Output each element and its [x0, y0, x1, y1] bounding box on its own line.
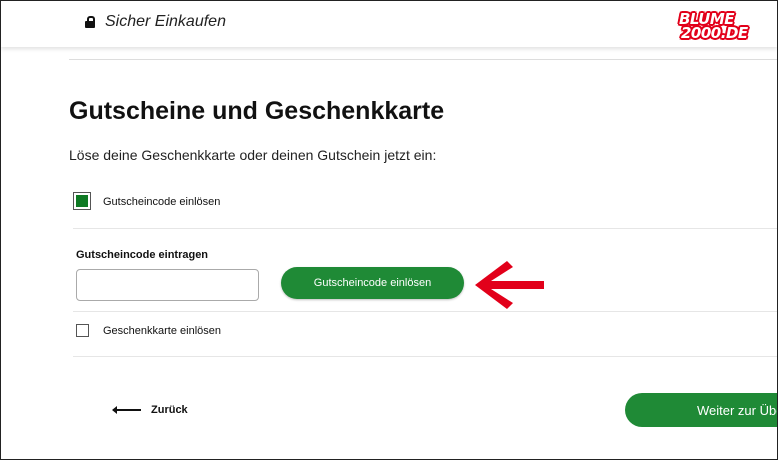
page-subtitle: Löse deine Geschenkkarte oder deinen Gut…: [69, 147, 437, 163]
page-title: Gutscheine und Geschenkkarte: [69, 97, 445, 125]
divider: [69, 59, 777, 60]
voucher-code-input[interactable]: [76, 269, 259, 301]
brand-logo[interactable]: BLUME 2000.DE: [675, 9, 749, 43]
secure-shopping-label: Sicher Einkaufen: [105, 13, 226, 30]
continue-button[interactable]: Weiter zur Übe: [625, 393, 777, 427]
back-label: Zurück: [151, 404, 188, 416]
voucher-option-label[interactable]: Gutscheincode einlösen: [103, 196, 220, 208]
voucher-checkbox[interactable]: [73, 192, 91, 210]
gift-card-option-label[interactable]: Geschenkkarte einlösen: [103, 325, 221, 337]
lock-icon: [85, 16, 95, 28]
gift-card-checkbox[interactable]: [76, 324, 89, 337]
logo-text-line2: 2000.DE: [681, 24, 748, 42]
voucher-code-label: Gutscheincode eintragen: [76, 249, 209, 261]
divider: [73, 311, 777, 312]
annotation-arrow-left-icon: [475, 261, 544, 309]
divider: [73, 228, 777, 229]
redeem-voucher-button[interactable]: Gutscheincode einlösen: [281, 267, 464, 299]
back-link[interactable]: Zurück: [112, 402, 188, 418]
app-frame: Sicher Einkaufen BLUME 2000.DE Gutschein…: [0, 0, 778, 460]
header-bar: Sicher Einkaufen BLUME 2000.DE: [1, 1, 777, 47]
arrow-left-icon: [112, 407, 141, 413]
divider: [73, 356, 777, 357]
checkbox-checked-mark: [76, 195, 88, 207]
